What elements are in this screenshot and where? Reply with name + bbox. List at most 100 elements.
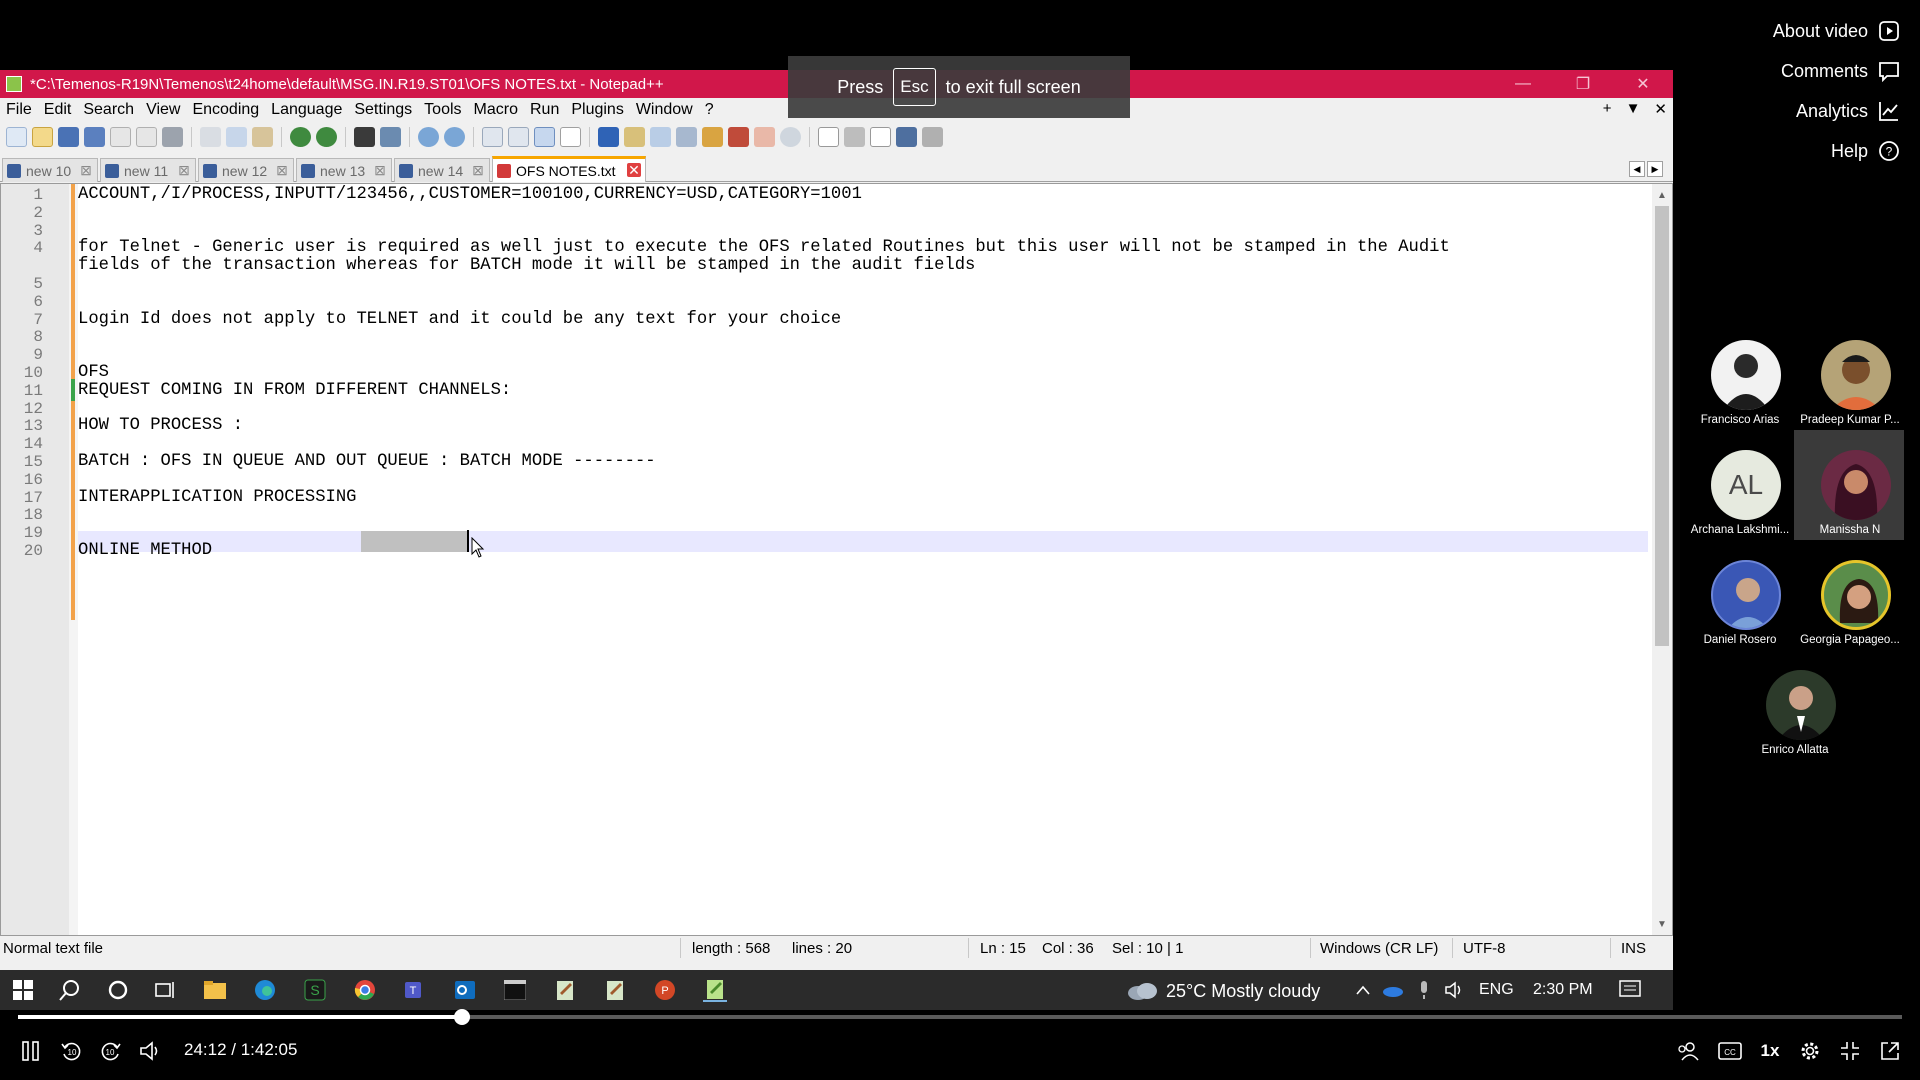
comments-link[interactable]: Comments [1781,60,1900,82]
participant-tile-active[interactable]: Manissha N [1794,430,1904,540]
about-video-link[interactable]: About video [1773,20,1900,42]
notepad-plus-plus-active-icon[interactable] [703,978,727,1002]
undo-icon[interactable] [290,127,311,147]
text-editor[interactable]: 1 2 3 4 5 6 7 8 9 10 11 12 13 14 15 16 17 18 19 20 ACCOUNT,/… [0,183,1673,936]
save-all-icon[interactable] [84,127,105,147]
playback-speed-button[interactable]: 1x [1757,1036,1783,1066]
terminal-icon[interactable] [503,978,527,1002]
skip-back-icon[interactable]: 10 [58,1036,84,1066]
weather-text[interactable]: 25°C Mostly cloudy [1166,981,1320,1002]
close-all-icon[interactable] [136,127,157,147]
scroll-down-icon[interactable]: ▼ [1652,915,1672,933]
restore-button[interactable]: ❐ [1553,70,1613,98]
popout-icon[interactable] [1877,1036,1903,1066]
menu-settings[interactable]: Settings [348,101,418,119]
participants-icon[interactable] [1676,1036,1702,1066]
weather-cloud-icon[interactable] [1125,978,1159,1002]
find-icon[interactable] [354,127,375,147]
menu-encoding[interactable]: Encoding [186,101,265,119]
code-line[interactable]: HOW TO PROCESS : [78,416,243,435]
app-s-icon[interactable]: S [303,978,327,1002]
menu-macro[interactable]: Macro [468,101,524,119]
chrome-icon[interactable] [353,978,377,1002]
folder-as-workspace-icon[interactable] [702,127,723,147]
microphone-icon[interactable] [1412,978,1436,1002]
settings-gear-icon[interactable] [1797,1036,1823,1066]
windows-start-icon[interactable] [11,978,35,1002]
scroll-up-icon[interactable]: ▲ [1652,186,1672,204]
sync-horizontal-icon[interactable] [508,127,529,147]
exit-fullscreen-icon[interactable] [1837,1036,1863,1066]
redo-icon[interactable] [316,127,337,147]
word-wrap-icon[interactable] [534,127,555,147]
menu-file[interactable]: File [0,101,38,119]
tab-new-14[interactable]: new 14 ⊠ [394,158,490,182]
search-icon[interactable] [58,978,82,1002]
code-line[interactable]: ONLINE METHOD [78,541,212,560]
file-explorer-icon[interactable] [203,978,227,1002]
tab-scroll-right-icon[interactable]: ▶ [1647,161,1663,177]
code-line[interactable]: Login Id does not apply to TELNET and it… [78,310,841,329]
notepad-plus-plus-icon-2[interactable] [603,978,627,1002]
code-line[interactable]: BATCH : OFS IN QUEUE AND OUT QUEUE : BAT… [78,452,656,471]
run-macro-multiple-icon[interactable] [896,127,917,147]
code-line[interactable]: ACCOUNT,/I/PROCESS,INPUTT/123456,,CUSTOM… [78,185,862,204]
clock[interactable]: 2:30 PM [1533,981,1593,999]
close-file-icon[interactable] [110,127,131,147]
scrollbar-thumb[interactable] [1655,206,1669,646]
tab-new-12[interactable]: new 12 ⊠ [198,158,294,182]
menu-help[interactable]: ? [699,101,720,119]
tab-new-11[interactable]: new 11 ⊠ [100,158,196,182]
eye-icon[interactable] [780,127,801,147]
zoom-in-icon[interactable] [418,127,439,147]
menu-run[interactable]: Run [524,101,565,119]
vertical-scrollbar[interactable]: ▲ ▼ [1652,184,1672,935]
function-list-icon[interactable] [676,127,697,147]
code-line[interactable]: for Telnet - Generic user is required as… [78,238,1450,257]
analytics-link[interactable]: Analytics [1796,100,1900,122]
print-icon[interactable] [162,127,183,147]
language-indicator[interactable]: ENG [1479,981,1514,999]
indent-guide-icon[interactable] [598,127,619,147]
captions-icon[interactable]: CC [1717,1036,1743,1066]
help-link[interactable]: Help ? [1831,140,1900,162]
video-progress-bar[interactable] [18,1009,1902,1025]
task-view-icon[interactable] [152,978,176,1002]
participant-tile[interactable]: Georgia Papageo... [1794,560,1904,670]
menu-tools[interactable]: Tools [418,101,467,119]
cut-icon[interactable] [200,127,221,147]
udl-icon[interactable] [624,127,645,147]
cortana-icon[interactable] [106,978,130,1002]
menu-edit[interactable]: Edit [38,101,78,119]
record-macro-icon[interactable] [818,127,839,147]
tab-ofs-notes[interactable]: OFS NOTES.txt ✕ [492,156,646,182]
monitoring-icon[interactable] [728,127,749,147]
new-tab-icon[interactable]: + [1603,100,1612,118]
speaker-icon[interactable] [1443,978,1467,1002]
replace-icon[interactable] [380,127,401,147]
code-line[interactable]: INTERAPPLICATION PROCESSING [78,488,356,507]
participant-tile[interactable]: Daniel Rosero [1684,560,1794,670]
menu-window[interactable]: Window [630,101,699,119]
code-line[interactable]: fields of the transaction whereas for BA… [78,256,975,275]
powerpoint-icon[interactable]: P [653,978,677,1002]
tab-new-13[interactable]: new 13 ⊠ [296,158,392,182]
show-all-chars-icon[interactable] [560,127,581,147]
progress-knob[interactable] [454,1009,471,1025]
menu-language[interactable]: Language [265,101,348,119]
tab-close-icon[interactable]: ✕ [627,163,641,177]
folder-icon[interactable] [754,127,775,147]
outlook-icon[interactable] [453,978,477,1002]
play-macro-icon[interactable] [870,127,891,147]
tab-close-icon[interactable]: ⊠ [373,163,387,177]
skip-forward-icon[interactable]: 10 [98,1036,124,1066]
tab-scroll-left-icon[interactable]: ◀ [1629,161,1645,177]
teams-icon[interactable]: T [403,978,427,1002]
participant-tile[interactable]: AL Archana Lakshmi... [1684,450,1794,560]
stop-macro-icon[interactable] [844,127,865,147]
new-file-icon[interactable] [6,127,27,147]
tray-chevron-up-icon[interactable] [1351,978,1375,1002]
tab-close-icon[interactable]: ⊠ [471,163,485,177]
code-line[interactable]: REQUEST COMING IN FROM DIFFERENT CHANNEL… [78,381,511,400]
close-doc-icon[interactable]: ✕ [1654,100,1667,118]
